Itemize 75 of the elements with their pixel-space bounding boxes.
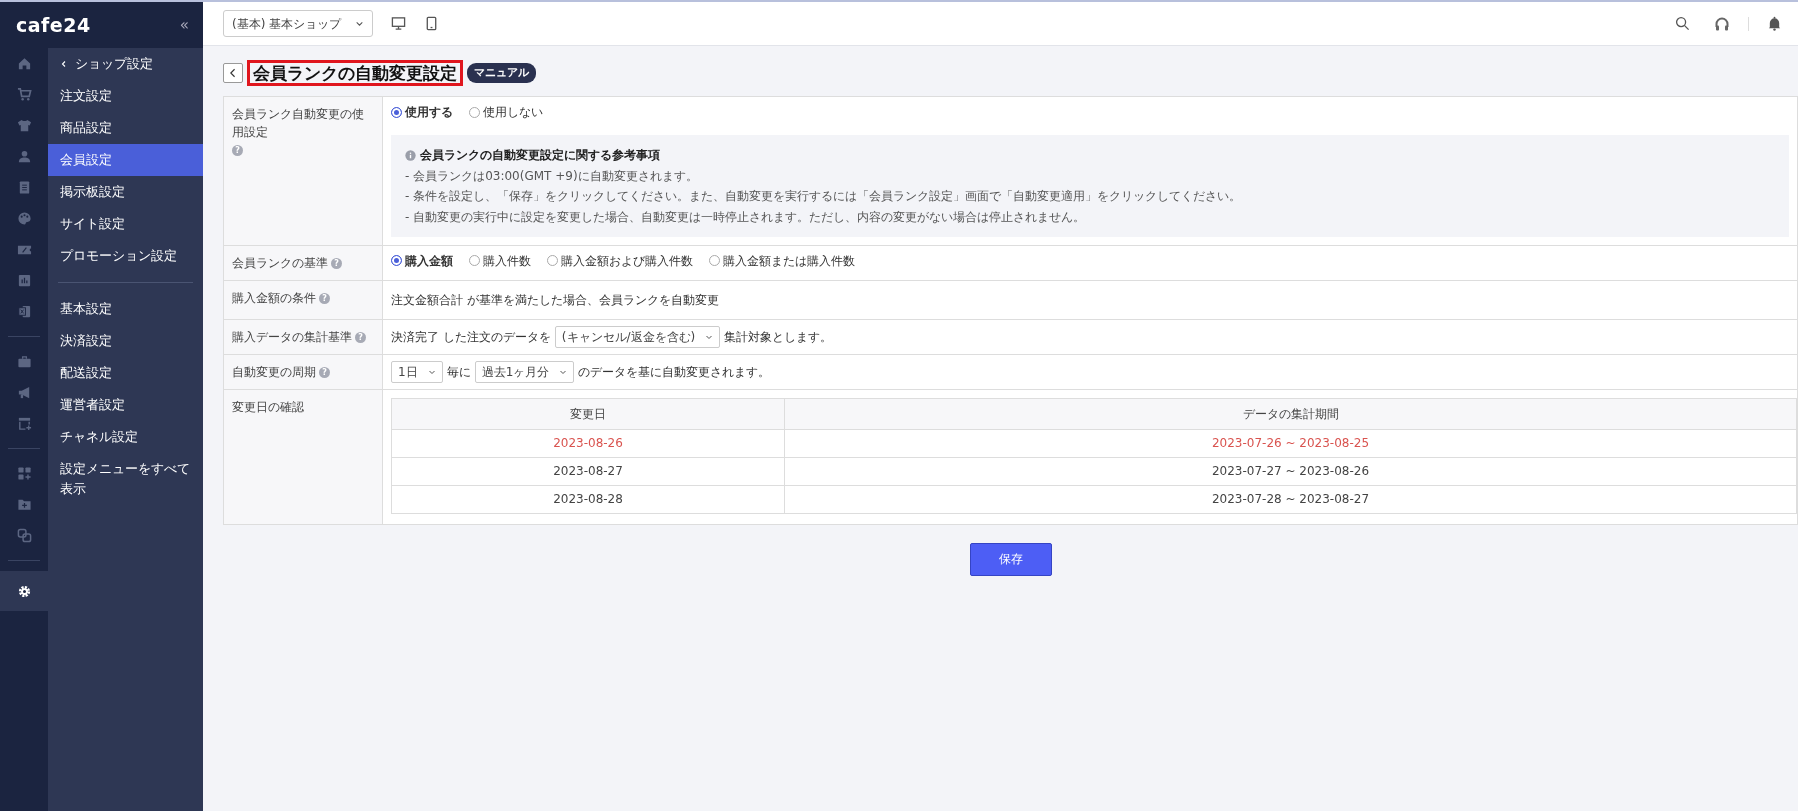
- note-text: - 自動変更の実行中に設定を変更した場合、自動変更は一時停止されます。ただし、内容の変更がない場合は停止されません。: [405, 208, 1087, 226]
- radio-option[interactable]: 使用する: [391, 103, 453, 122]
- briefcase-icon[interactable]: [16, 354, 32, 369]
- collapse-button[interactable]: «: [179, 13, 189, 37]
- radio-option[interactable]: 購入金額および購入件数: [547, 251, 693, 270]
- table-cell: 2023-08-27: [391, 457, 785, 486]
- manual-link[interactable]: マニュアル: [467, 62, 536, 84]
- logo[interactable]: cafe24: [16, 10, 91, 40]
- note-text: - 会員ランクは03:00(GMT +9)に自動変更されます。: [405, 167, 699, 185]
- field-label: 自動変更の周期: [232, 364, 316, 379]
- page-title: 会員ランクの自動変更設定: [247, 60, 463, 87]
- table-cell: 2023-08-28: [391, 485, 785, 514]
- apps-plus-icon[interactable]: [16, 466, 32, 481]
- settings-icon[interactable]: [16, 583, 32, 599]
- radio-option[interactable]: 使用しない: [469, 103, 543, 122]
- note-text: - 条件を設定し、「保存」をクリックしてください。また、自動変更を実行するには「会員ランク設定」画面で「自動変更適用」をクリックしてください。: [405, 188, 1243, 206]
- menu-item[interactable]: 設定メニューをすべて表示: [48, 453, 203, 505]
- megaphone-icon[interactable]: [16, 385, 32, 400]
- column-header: 変更日: [391, 398, 785, 430]
- shirt-icon[interactable]: [16, 118, 32, 133]
- dropdown[interactable]: (キャンセル/返金を含む): [554, 325, 721, 348]
- table-cell: 2023-07-28 ~ 2023-08-27: [784, 485, 1797, 514]
- info-icon: [405, 150, 416, 162]
- radio-option[interactable]: 購入金額: [391, 251, 453, 270]
- chevron-left-icon: [228, 68, 238, 79]
- back-link[interactable]: ショップ設定: [48, 48, 203, 80]
- radio-option[interactable]: 購入件数: [469, 251, 531, 270]
- menu-item[interactable]: 決済設定: [48, 325, 203, 357]
- shop-select[interactable]: (基本) 基本ショップ: [223, 10, 373, 37]
- field-text: 集計対象とします。: [724, 328, 833, 346]
- menu-item[interactable]: 商品設定: [48, 112, 203, 144]
- menu-item[interactable]: 注文設定: [48, 80, 203, 112]
- field-label: 購入データの集計基準: [232, 329, 352, 344]
- menu-item[interactable]: 配送設定: [48, 357, 203, 389]
- link-icon[interactable]: [16, 528, 32, 543]
- menu-item[interactable]: 運営者設定: [48, 389, 203, 421]
- folder-plus-icon[interactable]: [16, 497, 32, 512]
- table-cell: 2023-07-27 ~ 2023-08-26: [784, 457, 1797, 486]
- house-icon[interactable]: [16, 56, 32, 71]
- field-label: 変更日の確認: [232, 399, 304, 414]
- menu-item[interactable]: プロモーション設定: [48, 240, 203, 272]
- field-value: 注文金額合計 が基準を満たした場合、会員ランクを自動変更: [391, 291, 720, 309]
- column-header: データの集計期間: [784, 398, 1797, 430]
- tablet-icon[interactable]: [424, 16, 439, 31]
- dropdown[interactable]: 過去1ヶ月分: [474, 360, 575, 383]
- search-icon[interactable]: [1675, 16, 1690, 31]
- table-cell: 2023-08-26: [391, 429, 785, 458]
- dropdown[interactable]: 1日: [391, 360, 443, 383]
- bar-chart-icon[interactable]: [16, 273, 32, 288]
- monitor-icon[interactable]: [391, 16, 406, 31]
- note-title: 会員ランクの自動変更設定に関する参考事項: [420, 147, 660, 165]
- menu-item[interactable]: 掲示板設定: [48, 176, 203, 208]
- menu-item[interactable]: チャネル設定: [48, 421, 203, 453]
- cart-icon[interactable]: [16, 87, 32, 102]
- menu-item[interactable]: サイト設定: [48, 208, 203, 240]
- menu-item[interactable]: 会員設定: [48, 144, 203, 176]
- chevron-left-icon: [60, 60, 68, 68]
- spreadsheet-icon[interactable]: [16, 304, 32, 319]
- person-icon[interactable]: [16, 149, 32, 164]
- field-label: 会員ランクの基準: [232, 255, 328, 270]
- caret-icon: [355, 19, 364, 28]
- field-text: 決済完了 した注文のデータを: [391, 328, 551, 346]
- save-button[interactable]: 保存: [969, 542, 1052, 576]
- menu-item[interactable]: 基本設定: [48, 293, 203, 325]
- field-text: 毎に: [446, 363, 471, 381]
- palette-icon[interactable]: [16, 211, 32, 226]
- field-label: 会員ランク自動変更の使用設定: [232, 107, 364, 140]
- store-plus-icon[interactable]: [16, 416, 32, 431]
- field-text: のデータを基に自動変更されます。: [578, 363, 771, 381]
- field-label: 購入金額の条件: [232, 290, 316, 305]
- headset-icon[interactable]: [1714, 15, 1730, 32]
- radio-option[interactable]: 購入金額または購入件数: [709, 251, 855, 270]
- back-button[interactable]: [223, 63, 243, 84]
- table-cell: 2023-07-26 ~ 2023-08-25: [784, 429, 1797, 458]
- bell-icon[interactable]: [1767, 16, 1782, 31]
